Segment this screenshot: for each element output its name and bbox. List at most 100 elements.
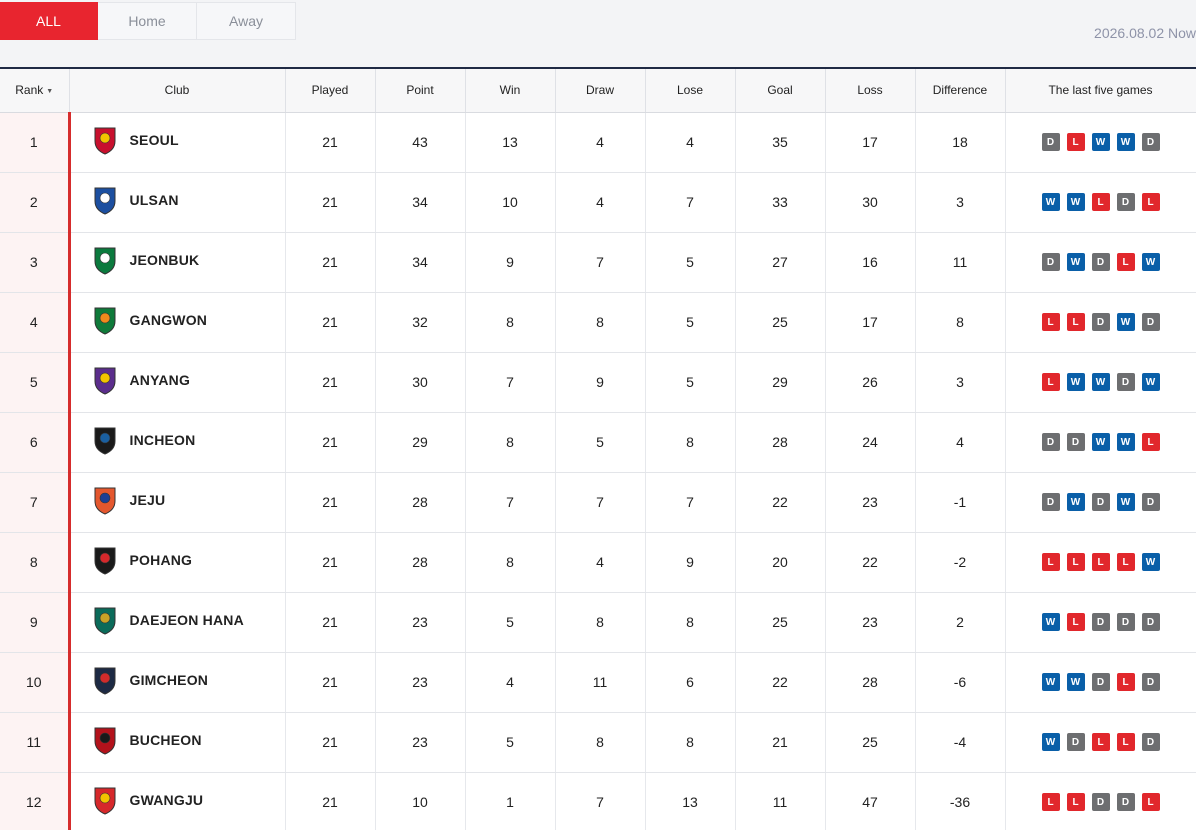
point-cell: 23 <box>375 652 466 713</box>
point-cell: 10 <box>375 772 466 830</box>
club-info[interactable]: INCHEON <box>91 425 285 455</box>
result-badge: W <box>1116 493 1135 511</box>
rank-cell: 6 <box>0 412 71 473</box>
difference-cell: 8 <box>915 292 1006 353</box>
club-info[interactable]: GANGWON <box>91 305 285 335</box>
played-cell: 21 <box>285 292 376 353</box>
point-cell: 29 <box>375 412 466 473</box>
club-info[interactable]: JEONBUK <box>91 245 285 275</box>
tab-all[interactable]: ALL <box>0 2 98 40</box>
club-name[interactable]: GIMCHEON <box>130 672 209 688</box>
difference-cell: 3 <box>915 172 1006 233</box>
last-five-cell: WLDDD <box>1005 592 1196 653</box>
club-cell: GWANGJU <box>69 772 286 830</box>
table-row[interactable]: 12 GWANGJU 21 10 1 7 13 11 47 -36 L L D D L <box>0 772 1196 830</box>
goal-cell: 21 <box>735 712 826 773</box>
club-name[interactable]: POHANG <box>130 552 193 568</box>
club-name[interactable]: DAEJEON HANA <box>130 612 244 628</box>
difference-cell: 18 <box>915 112 1006 173</box>
lose-cell: 13 <box>645 772 736 830</box>
result-badge: W <box>1041 613 1060 631</box>
lose-cell: 9 <box>645 532 736 593</box>
result-badge: L <box>1041 373 1060 391</box>
rank-cell: 4 <box>0 292 71 353</box>
draw-cell: 5 <box>555 412 646 473</box>
club-name[interactable]: INCHEON <box>130 432 196 448</box>
table-row[interactable]: 3 JEONBUK 21 34 9 7 5 27 16 11 D W D L W <box>0 232 1196 293</box>
form-guide: LLLLW <box>1006 553 1196 571</box>
result-badge: L <box>1066 553 1085 571</box>
draw-cell: 4 <box>555 532 646 593</box>
sort-down-icon[interactable]: ▼ <box>46 88 53 95</box>
club-name[interactable]: ANYANG <box>130 372 191 388</box>
result-badge: D <box>1091 253 1110 271</box>
club-info[interactable]: BUCHEON <box>91 725 285 755</box>
table-row[interactable]: 9 DAEJEON HANA 21 23 5 8 8 25 23 2 W L D D D <box>0 592 1196 653</box>
form-guide: LLDWD <box>1006 313 1196 331</box>
result-badge: D <box>1141 133 1160 151</box>
difference-cell: -2 <box>915 532 1006 593</box>
loss-cell: 26 <box>825 352 916 413</box>
table-row[interactable]: 11 BUCHEON 21 23 5 8 8 21 25 -4 W D L L D <box>0 712 1196 773</box>
table-row[interactable]: 5 ANYANG 21 30 7 9 5 29 26 3 L W W D W <box>0 352 1196 413</box>
played-cell: 21 <box>285 772 376 830</box>
played-cell: 21 <box>285 652 376 713</box>
club-info[interactable]: ANYANG <box>91 365 285 395</box>
club-info[interactable]: JEJU <box>91 485 285 515</box>
gimcheon-crest-icon <box>91 665 119 695</box>
loss-cell: 23 <box>825 472 916 533</box>
club-info[interactable]: DAEJEON HANA <box>91 605 285 635</box>
col-lose-header: Lose <box>645 67 736 113</box>
anyang-crest-icon <box>91 365 119 395</box>
table-row[interactable]: 2 ULSAN 21 34 10 4 7 33 30 3 W W L D L <box>0 172 1196 233</box>
result-badge: L <box>1041 793 1060 811</box>
col-point-header: Point <box>375 67 466 113</box>
played-cell: 21 <box>285 412 376 473</box>
difference-cell: 4 <box>915 412 1006 473</box>
club-info[interactable]: POHANG <box>91 545 285 575</box>
club-name[interactable]: JEONBUK <box>130 252 200 268</box>
col-rank-header[interactable]: Rank ▼ <box>0 67 70 113</box>
table-row[interactable]: 6 INCHEON 21 29 8 5 8 28 24 4 D D W W L <box>0 412 1196 473</box>
club-name[interactable]: JEJU <box>130 492 166 508</box>
result-badge: W <box>1066 373 1085 391</box>
gangwon-crest-icon <box>91 305 119 335</box>
club-info[interactable]: ULSAN <box>91 185 285 215</box>
club-name[interactable]: GANGWON <box>130 312 208 328</box>
table-row[interactable]: 4 GANGWON 21 32 8 8 5 25 17 8 L L D W D <box>0 292 1196 353</box>
table-row[interactable]: 8 POHANG 21 28 8 4 9 20 22 -2 L L L L W <box>0 532 1196 593</box>
result-badge: D <box>1041 433 1060 451</box>
form-guide: DDWWL <box>1006 433 1196 451</box>
result-badge: L <box>1091 193 1110 211</box>
last-five-cell: LLLLW <box>1005 532 1196 593</box>
club-info[interactable]: SEOUL <box>91 125 285 155</box>
club-info[interactable]: GWANGJU <box>91 785 285 815</box>
win-cell: 8 <box>465 532 556 593</box>
result-badge: D <box>1116 373 1135 391</box>
result-badge: D <box>1066 433 1085 451</box>
result-badge: D <box>1141 613 1160 631</box>
last-five-cell: LWWDW <box>1005 352 1196 413</box>
played-cell: 21 <box>285 472 376 533</box>
result-badge: L <box>1066 133 1085 151</box>
tab-away[interactable]: Away <box>197 2 296 40</box>
lose-cell: 8 <box>645 592 736 653</box>
result-badge: L <box>1116 253 1135 271</box>
draw-cell: 4 <box>555 172 646 233</box>
jeju-crest-icon <box>91 485 119 515</box>
table-row[interactable]: 1 SEOUL 21 43 13 4 4 35 17 18 D L W W D <box>0 112 1196 173</box>
table-row[interactable]: 10 GIMCHEON 21 23 4 11 6 22 28 -6 W W D L D <box>0 652 1196 713</box>
difference-cell: -36 <box>915 772 1006 830</box>
club-cell: ULSAN <box>69 172 286 233</box>
col-loss-header: Loss <box>825 67 916 113</box>
club-name[interactable]: GWANGJU <box>130 792 204 808</box>
tab-home[interactable]: Home <box>98 2 197 40</box>
col-club-header: Club <box>69 67 286 113</box>
club-name[interactable]: SEOUL <box>130 132 179 148</box>
club-info[interactable]: GIMCHEON <box>91 665 285 695</box>
win-cell: 10 <box>465 172 556 233</box>
table-row[interactable]: 7 JEJU 21 28 7 7 7 22 23 -1 D W D W D <box>0 472 1196 533</box>
club-name[interactable]: ULSAN <box>130 192 179 208</box>
club-name[interactable]: BUCHEON <box>130 732 202 748</box>
last-five-cell: WDLLD <box>1005 712 1196 773</box>
